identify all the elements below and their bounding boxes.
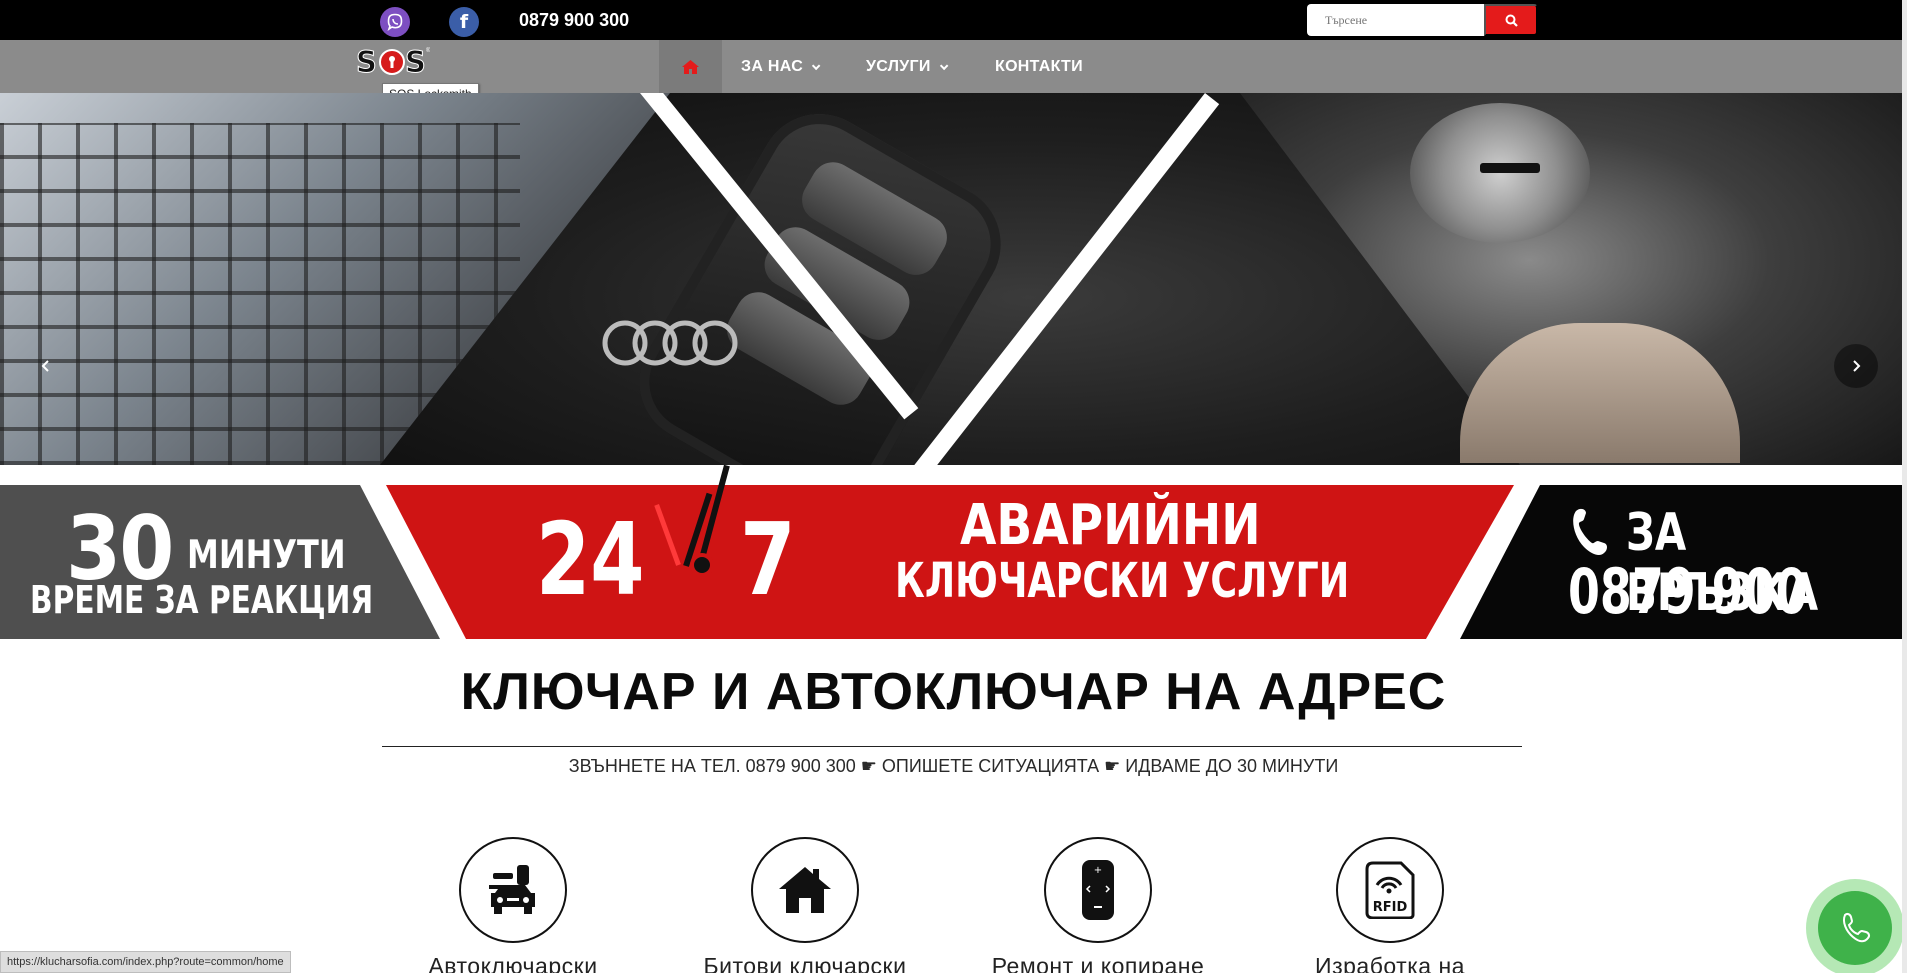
search-icon bbox=[1505, 14, 1518, 27]
nav-home[interactable] bbox=[659, 40, 722, 93]
svg-text:S: S bbox=[356, 45, 377, 79]
nav-bar bbox=[0, 40, 1907, 93]
svg-text:S: S bbox=[405, 45, 426, 79]
call-button[interactable] bbox=[1818, 891, 1892, 965]
home-icon bbox=[779, 867, 831, 913]
status-url: https://klucharsofia.com/index.php?route… bbox=[0, 951, 291, 973]
home-icon bbox=[682, 59, 699, 74]
car-key-icon bbox=[489, 865, 535, 914]
service-rfid-label[interactable]: Изработка на bbox=[1260, 953, 1520, 973]
phone-icon bbox=[1573, 508, 1607, 555]
top-bar bbox=[0, 0, 1907, 40]
hero-slider bbox=[0, 93, 1907, 465]
rfid-card-icon: RFID bbox=[1365, 861, 1415, 919]
clock-center bbox=[690, 553, 714, 577]
page-title: КЛЮЧАР И АВТОКЛЮЧАР НА АДРЕС bbox=[460, 663, 1447, 721]
service-remote-label[interactable]: Ремонт и копиране bbox=[968, 953, 1228, 973]
site-logo[interactable]: S S ® bbox=[354, 44, 432, 84]
scrollbar[interactable] bbox=[1902, 0, 1907, 973]
service-rfid-button[interactable]: RFID bbox=[1336, 837, 1444, 943]
banner-emergency: АВАРИЙНИ bbox=[960, 493, 1261, 558]
facebook-icon[interactable]: f bbox=[449, 7, 479, 37]
service-auto-button[interactable] bbox=[459, 837, 567, 943]
promo-banner: 30 МИНУТИ ВРЕМЕ ЗА РЕАКЦИЯ 24 7 АВАРИЙНИ… bbox=[0, 464, 1907, 701]
car-logo-rings bbox=[602, 320, 738, 366]
nav-item-label: КОНТАКТИ bbox=[995, 58, 1083, 75]
service-auto-label[interactable]: Автоключарски bbox=[383, 953, 643, 973]
remote-control-icon: + bbox=[1082, 860, 1114, 920]
chevron-left-icon bbox=[41, 360, 49, 372]
nav-item-label: УСЛУГИ bbox=[866, 58, 931, 75]
title-divider bbox=[382, 746, 1522, 747]
service-home-label[interactable]: Битови ключарски bbox=[675, 953, 935, 973]
svg-text:+: + bbox=[1094, 865, 1102, 876]
search-button[interactable] bbox=[1484, 4, 1538, 36]
cylinder-lock bbox=[1410, 103, 1590, 243]
viber-icon[interactable] bbox=[380, 7, 410, 37]
banner-hours: 24 bbox=[536, 501, 645, 618]
service-home-button[interactable] bbox=[751, 837, 859, 943]
banner-reaction-text: ВРЕМЕ ЗА РЕАКЦИЯ bbox=[30, 578, 374, 622]
slider-next-button[interactable] bbox=[1834, 344, 1878, 388]
phone-icon bbox=[1843, 912, 1871, 943]
banner-days: 7 bbox=[740, 501, 796, 618]
header-phone[interactable]: 0879 900 300 bbox=[519, 10, 629, 31]
rfid-label: RFID bbox=[1373, 900, 1408, 915]
svg-text:®: ® bbox=[426, 47, 430, 54]
page-subtitle: ЗВЪННЕТЕ НА ТЕЛ. 0879 900 300 ☛ ОПИШЕТЕ … bbox=[568, 756, 1339, 776]
nav-item-services[interactable]: УСЛУГИ bbox=[866, 58, 949, 76]
banner-minutes-word: МИНУТИ bbox=[187, 533, 346, 578]
service-remote-button[interactable]: + bbox=[1044, 837, 1152, 943]
banner-services: КЛЮЧАРСКИ УСЛУГИ bbox=[895, 553, 1350, 609]
search-input[interactable] bbox=[1307, 4, 1485, 36]
slider-prev-button[interactable] bbox=[24, 344, 68, 388]
nav-item-label: ЗА НАС bbox=[741, 58, 804, 75]
nav-item-about[interactable]: ЗА НАС bbox=[741, 58, 821, 76]
chevron-right-icon bbox=[1853, 360, 1861, 372]
nav-item-contacts[interactable]: КОНТАКТИ bbox=[995, 58, 1083, 76]
